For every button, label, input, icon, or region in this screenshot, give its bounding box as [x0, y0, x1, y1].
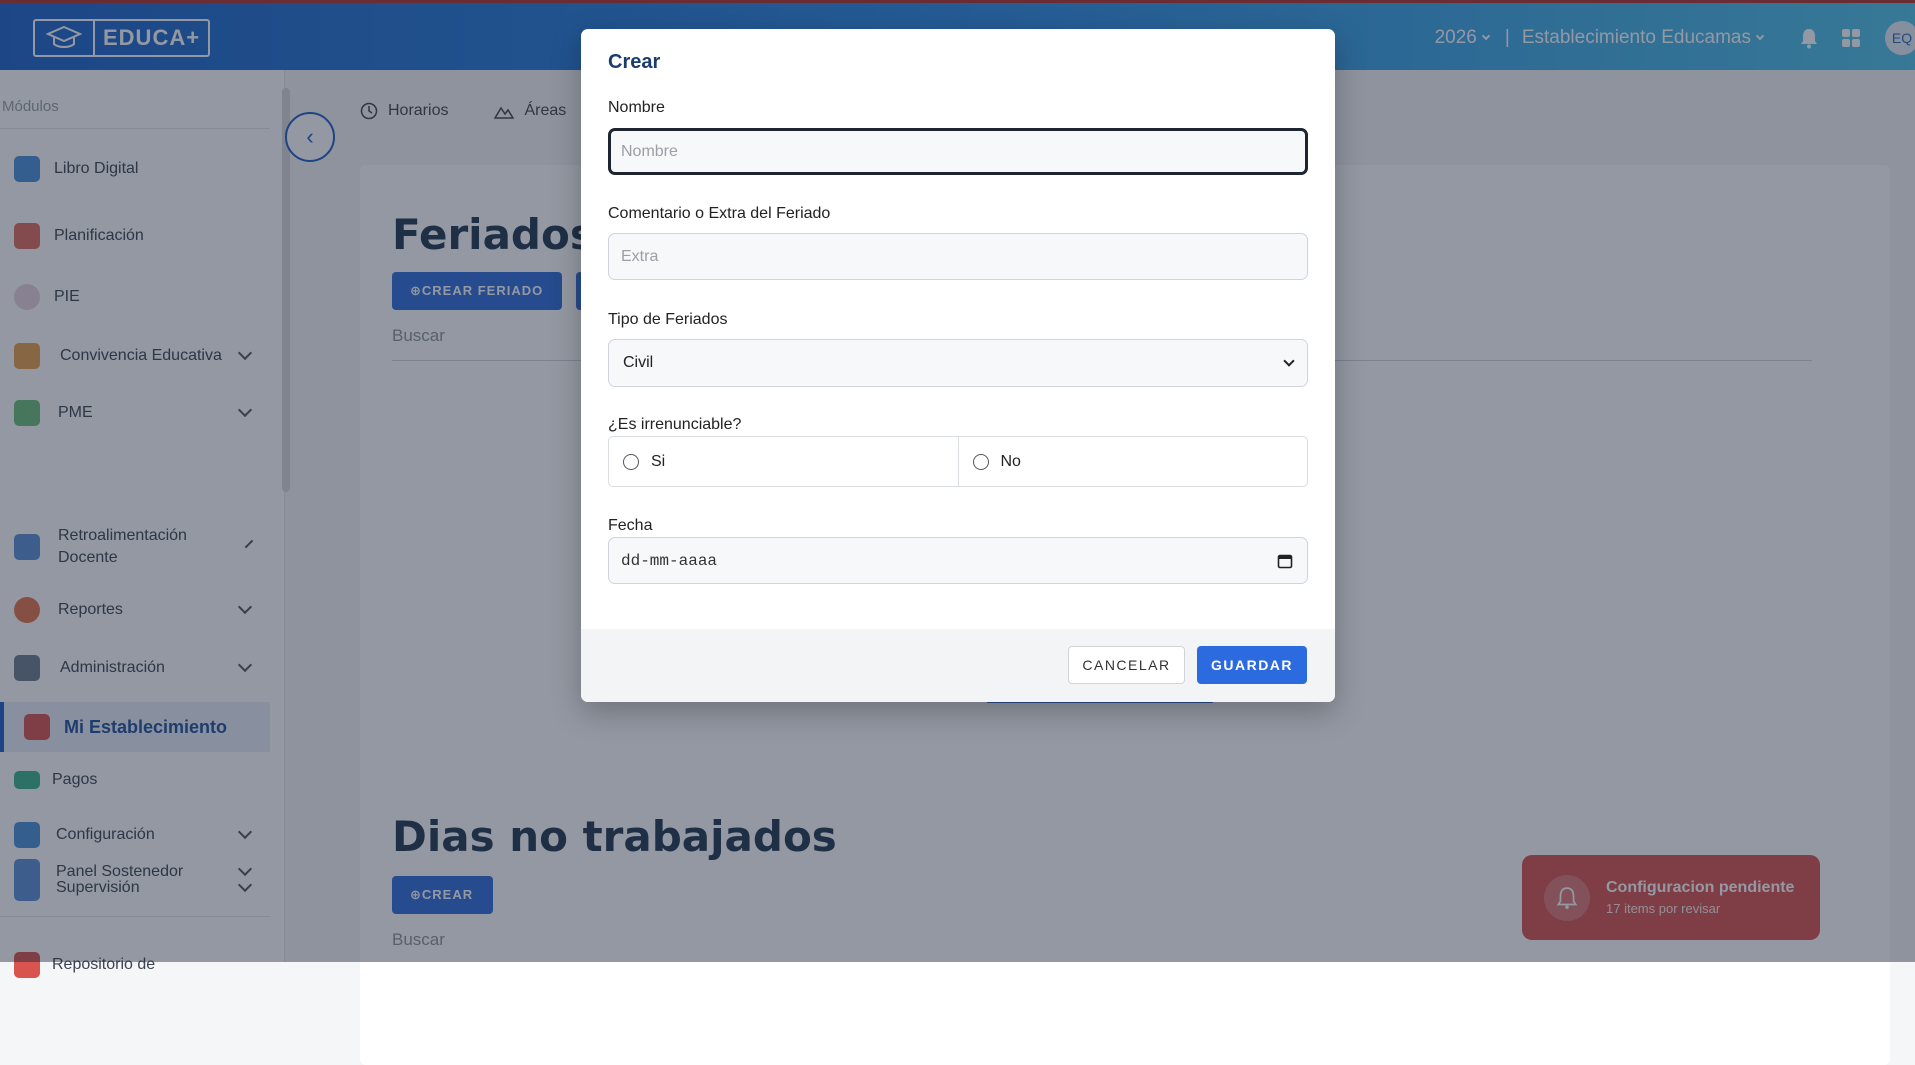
radio-si-label: Si — [651, 452, 666, 470]
modal-footer: CANCELAR GUARDAR — [581, 629, 1335, 702]
nombre-input[interactable] — [608, 128, 1308, 175]
tipo-feriado-value: Civil — [623, 354, 654, 371]
nombre-label: Nombre — [608, 99, 665, 116]
crear-feriado-modal: Crear Nombre Comentario o Extra del Feri… — [581, 29, 1335, 702]
extra-input[interactable] — [608, 233, 1308, 280]
irrenunciable-radio-group: Si No — [608, 436, 1308, 487]
tipo-feriado-select[interactable]: Civil — [608, 339, 1308, 387]
calendar-icon[interactable] — [1277, 553, 1293, 574]
cancel-button[interactable]: CANCELAR — [1068, 646, 1185, 684]
extra-label: Comentario o Extra del Feriado — [608, 205, 831, 222]
radio-option-no[interactable]: No — [957, 437, 1308, 486]
radio-no[interactable] — [972, 453, 989, 470]
save-button[interactable]: GUARDAR — [1197, 646, 1307, 684]
irrenunciable-label: ¿Es irrenunciable? — [608, 416, 742, 433]
tipo-feriado-label: Tipo de Feriados — [608, 311, 728, 328]
fecha-value: dd-mm-aaaa — [621, 551, 718, 570]
radio-si[interactable] — [623, 453, 639, 470]
fecha-input[interactable]: dd-mm-aaaa — [608, 537, 1308, 584]
radio-option-si[interactable]: Si — [609, 437, 958, 486]
radio-no-label: No — [1000, 452, 1021, 470]
fecha-label: Fecha — [608, 517, 653, 534]
modal-title: Crear — [608, 51, 661, 73]
chevron-down-icon — [1283, 355, 1295, 367]
